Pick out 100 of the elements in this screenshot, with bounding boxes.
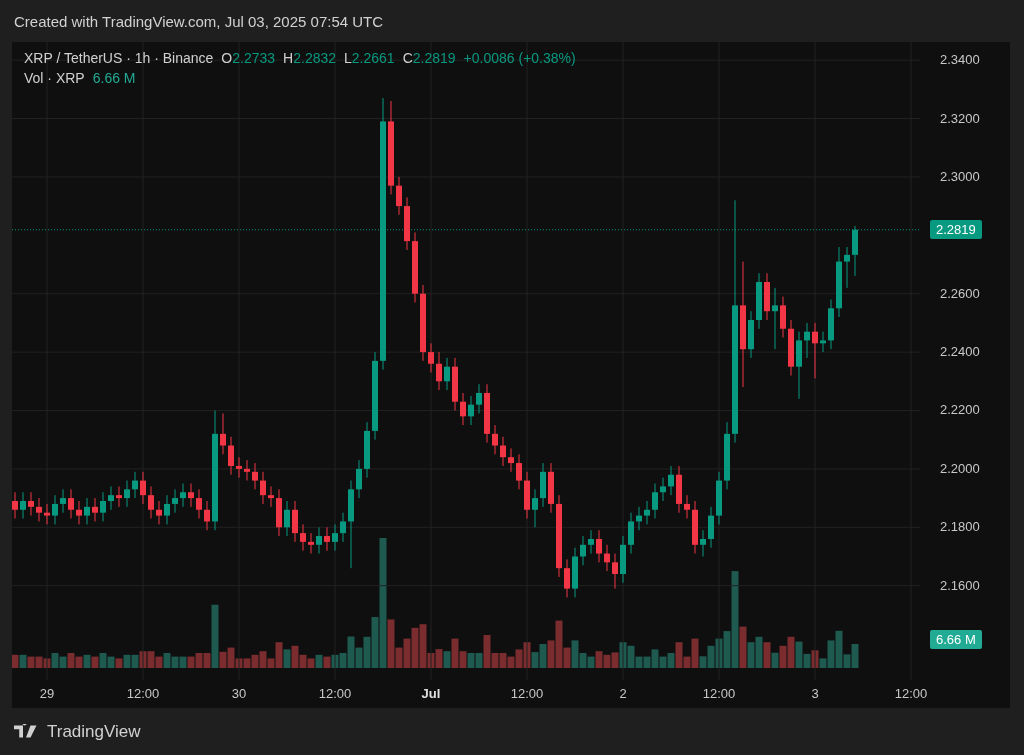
candle	[196, 488, 202, 520]
candle	[36, 497, 42, 522]
candle	[804, 322, 810, 359]
candle	[276, 488, 282, 537]
candle	[124, 480, 130, 508]
ohlc-value: 2.2819	[412, 50, 456, 66]
candle	[492, 424, 498, 455]
candle	[140, 471, 146, 505]
candle	[812, 322, 818, 379]
candle	[76, 500, 82, 525]
price-label: 2.2000	[940, 460, 980, 476]
candle	[340, 512, 346, 543]
candle	[484, 383, 490, 444]
candle	[236, 456, 242, 479]
candle	[708, 506, 714, 549]
candle	[52, 494, 58, 525]
candle	[28, 491, 34, 517]
candle	[460, 392, 466, 426]
volume-value: 6.66 M	[92, 70, 136, 86]
candle	[844, 246, 850, 289]
price-label: 2.3400	[940, 52, 980, 68]
candle	[452, 357, 458, 411]
candle	[828, 299, 834, 350]
candle	[756, 272, 762, 330]
candle	[588, 529, 594, 555]
volume-tag: 6.66 M	[930, 630, 982, 649]
price-label: 2.2200	[940, 402, 980, 418]
time-label: 12:00	[894, 686, 928, 701]
candle	[164, 494, 170, 525]
candle	[604, 544, 610, 572]
price-change: +0.0086 (+0.38%)	[463, 50, 576, 66]
candle	[292, 500, 298, 543]
candle	[788, 319, 794, 376]
candle	[660, 477, 666, 502]
candle	[108, 485, 114, 511]
candle	[180, 483, 186, 508]
candle	[44, 503, 50, 525]
time-label: 30	[231, 686, 247, 701]
candle	[84, 497, 90, 525]
candle	[548, 462, 554, 514]
candle	[156, 500, 162, 525]
candle	[68, 488, 74, 520]
price-label: 2.1800	[940, 519, 980, 535]
candle	[652, 483, 658, 520]
candle	[820, 331, 826, 353]
candle	[300, 523, 306, 552]
candle	[60, 488, 66, 514]
price-label: 2.3200	[940, 110, 980, 126]
candle	[396, 176, 402, 216]
candle	[356, 459, 362, 499]
candle	[188, 483, 194, 508]
candle	[316, 526, 322, 555]
time-label: 2	[619, 686, 627, 701]
ohlc-key: C	[402, 50, 413, 66]
candle	[468, 395, 474, 426]
ohlc-key: H	[283, 50, 294, 66]
candle	[92, 497, 98, 522]
candle	[564, 558, 570, 598]
ohlc-value: 2.2733	[232, 50, 276, 66]
candle	[796, 331, 802, 400]
candle	[332, 523, 338, 552]
ohlc-key: O	[221, 50, 233, 66]
candle	[572, 547, 578, 598]
candle	[268, 485, 274, 508]
time-label: Jul	[421, 686, 441, 701]
candle	[716, 471, 722, 525]
candle	[428, 342, 434, 374]
candle	[412, 231, 418, 303]
candle	[628, 512, 634, 555]
candle	[148, 485, 154, 520]
candle	[100, 491, 106, 522]
time-label: 12:00	[126, 686, 160, 701]
price-label: 2.3000	[940, 168, 980, 184]
candle	[676, 465, 682, 514]
candle	[668, 465, 674, 496]
candle	[228, 436, 234, 476]
candle	[636, 506, 642, 531]
candle	[500, 436, 506, 467]
time-label: 29	[39, 686, 55, 701]
candle	[596, 529, 602, 563]
candle	[540, 462, 546, 508]
symbol-label: XRP / TetherUS · 1h · Binance	[24, 50, 214, 66]
candle	[644, 500, 650, 525]
price-label: 2.1600	[940, 577, 980, 593]
candle	[364, 421, 370, 479]
ohlc-key: L	[344, 50, 352, 66]
candle	[508, 447, 514, 473]
candle	[580, 535, 586, 566]
last-price-tag: 2.2819	[930, 219, 982, 239]
candle	[524, 471, 530, 520]
candle	[692, 500, 698, 555]
candle	[12, 491, 18, 520]
candle	[404, 196, 410, 251]
candle	[252, 462, 258, 490]
price-label: 2.2400	[940, 344, 980, 360]
time-label: 12:00	[318, 686, 352, 701]
candle	[620, 535, 626, 584]
candle	[444, 357, 450, 391]
candle	[308, 532, 314, 555]
candle	[476, 383, 482, 414]
